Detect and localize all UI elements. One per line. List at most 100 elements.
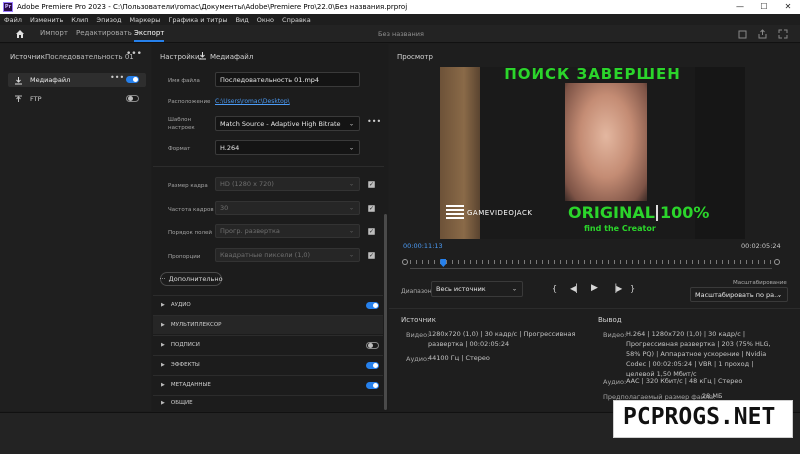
tab-import[interactable]: Импорт [40,29,68,37]
destination-ftp[interactable]: FTP [8,92,146,106]
menu-window[interactable]: Окно [257,16,274,24]
timeline-end-handle[interactable] [774,259,780,265]
match-source-checkbox[interactable]: ✓ [368,181,375,188]
title-bar: Pr Adobe Premiere Pro 2023 - C:\Пользова… [0,0,800,14]
field-order-label: Порядок полей [168,230,212,236]
section-effects[interactable]: ▶ ЭФФЕКТЫ [153,355,383,374]
audio-toggle[interactable] [366,301,379,309]
source-audio-info: 44100 Гц | Стерео [428,354,490,362]
premiere-app-icon: Pr [3,2,13,12]
range-select[interactable]: Весь источник ⌄ [431,281,523,297]
location-link[interactable]: C:\Users\romac\Desktop\ [215,98,290,105]
home-icon[interactable] [15,29,25,39]
field-order-value: Прогр. развертка [220,227,280,235]
video-preview: ПОИСК ЗАВЕРШЕН GAMEVIDEOJACK ORIGINAL 10… [440,67,745,239]
play-icon[interactable]: ▶ [591,283,598,293]
source-video-info: 1280x720 (1,0) | 30 кадр/с | Прогрессивн… [428,330,576,348]
menu-sequence[interactable]: Эпизод [97,16,122,24]
step-back-icon[interactable]: ◀▏ [570,284,582,293]
section-captions-label: ПОДПИСИ [170,342,200,348]
section-captions[interactable]: ▶ ПОДПИСИ [153,335,383,354]
frame-rate-select[interactable]: 30 ⌄ [215,201,360,215]
chevron-down-icon: ⌄ [348,204,354,212]
frame-rate-label: Частота кадров [168,207,214,213]
source-sequence: Последовательность 01 [45,53,134,61]
more-icon[interactable]: ••• [126,49,142,59]
step-forward-icon[interactable]: ▕▶ [610,284,622,293]
output-audio-info: AAC | 320 Кбит/с | 48 кГц | Стерео [626,377,743,385]
destination-mediafile-label: Медиафайл [30,76,71,84]
scale-select[interactable]: Масштабировать по ра... ⌄ [690,287,788,302]
menu-edit[interactable]: Изменить [30,16,63,24]
more-icon[interactable]: ••• [110,73,124,82]
match-source-checkbox[interactable]: ✓ [368,252,375,259]
captions-toggle[interactable] [366,341,379,349]
workspace-bar: Импорт Редактировать Экспорт Без названи… [0,25,800,43]
mediafile-toggle[interactable] [126,76,139,83]
menu-help[interactable]: Справка [282,16,311,24]
match-source-checkbox[interactable]: ✓ [368,228,375,235]
menu-view[interactable]: Вид [236,16,249,24]
share-icon[interactable] [758,29,767,39]
tab-export[interactable]: Экспорт [134,29,165,42]
timeline-start-handle[interactable] [402,259,408,265]
source-panel: Источник: Последовательность 01 ••• Меди… [0,44,151,411]
preset-more-icon[interactable]: ••• [367,117,381,126]
format-value: H.264 [220,143,240,152]
scale-value: Масштабировать по ра... [695,290,781,299]
timeline-track [410,268,772,269]
video-percent-text: 100% [660,203,710,222]
chevron-down-icon: ⌄ [348,180,354,188]
aspect-label: Пропорции [168,254,201,260]
menu-clip[interactable]: Клип [71,16,88,24]
preview-timeline[interactable] [402,257,782,271]
chevron-down-icon: ⌄ [511,285,517,293]
close-icon[interactable]: ✕ [776,0,800,14]
chevron-right-icon: ▶ [161,302,165,308]
section-general[interactable]: ▶ ОБЩИЕ [153,395,383,410]
mark-out-icon[interactable]: } [630,284,635,293]
maximize-icon[interactable]: ☐ [752,0,776,14]
section-multiplexer[interactable]: ▶ МУЛЬТИПЛЕКСОР [153,315,383,334]
range-value: Весь источник [436,285,486,293]
effects-toggle[interactable] [366,361,379,369]
settings-scrollbar[interactable] [384,214,387,410]
section-effects-label: ЭФФЕКТЫ [170,362,200,368]
destination-ftp-label: FTP [30,95,42,103]
chevron-down-icon: ⌄ [348,120,354,127]
window-title: Adobe Premiere Pro 2023 - C:\Пользовател… [17,3,408,11]
watermark-text: PCPROGS.NET [623,404,776,430]
output-video-info: H.264 | 1280x720 (1,0) | 30 кадр/с | Про… [626,330,771,378]
playhead[interactable] [440,259,447,267]
more-settings-button[interactable]: ··· Дополнительно [159,272,223,286]
ftp-toggle[interactable] [126,95,139,102]
minimize-icon[interactable]: — [728,0,752,14]
menu-file[interactable]: Файл [4,16,22,24]
metadata-toggle[interactable] [366,381,379,389]
section-audio[interactable]: ▶ АУДИО [153,295,383,314]
mark-in-icon[interactable]: { [552,284,557,293]
scale-label: Масштабирование [733,280,787,286]
destination-mediafile[interactable]: Медиафайл ••• [8,73,146,87]
settings-label: Настройки: [160,53,202,61]
frame-size-select[interactable]: HD (1280 x 720) ⌄ [215,177,360,191]
aspect-value: Квадратные пиксели (1,0) [220,251,311,259]
preset-select[interactable]: Match Source - Adaptive High Bitrate ⌄ [215,116,360,131]
file-name-input[interactable]: Последовательность 01.mp4 [215,72,360,87]
video-top-banner: ПОИСК ЗАВЕРШЕН [504,67,681,83]
menu-markers[interactable]: Маркеры [129,16,160,24]
menu-graphics[interactable]: Графика и титры [168,16,227,24]
match-source-checkbox[interactable]: ✓ [368,205,375,212]
section-metadata[interactable]: ▶ МЕТАДАННЫЕ [153,375,383,394]
frame-rate-value: 30 [220,204,229,212]
summary-output-title: Вывод [598,316,622,324]
download-icon [15,77,22,85]
tab-edit[interactable]: Редактировать [76,29,132,37]
aspect-select[interactable]: Квадратные пиксели (1,0) ⌄ [215,248,360,262]
field-order-select[interactable]: Прогр. развертка ⌄ [215,224,360,238]
expand-icon[interactable] [778,29,788,39]
source-label: Источник: [10,53,48,61]
current-timecode[interactable]: 00:00:11:13 [403,242,443,250]
fullscreen-icon[interactable] [738,30,747,39]
format-select[interactable]: H.264 ⌄ [215,140,360,155]
